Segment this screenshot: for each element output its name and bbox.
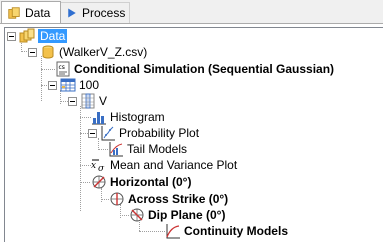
collapse-toggle[interactable] [88,128,97,138]
tree-node-label: (WalkerV_Z.csv) [59,45,148,59]
svg-text:cs: cs [59,64,65,71]
tree-node-probability-plot[interactable]: Probability Plot [88,125,199,141]
database-icon [8,7,20,19]
tree-node-data[interactable]: Data [7,28,68,44]
across-strike-icon [110,192,124,206]
tree-node-v[interactable]: V [68,93,107,109]
collapse-toggle[interactable] [68,96,77,106]
variable-column-icon [81,93,95,109]
tab-strip: Data Process [0,0,383,24]
tree-node-across-strike[interactable]: Across Strike (0°) [109,191,228,207]
tree-node-horizontal[interactable]: Horizontal (0°) [91,174,191,190]
collapse-toggle[interactable] [7,31,16,41]
tree-node-label: Histogram [110,110,165,124]
tree-node-conditional-simulation[interactable]: cs Conditional Simulation (Sequential Ga… [55,61,334,77]
tab-data[interactable]: Data [1,1,61,24]
tab-process[interactable]: Process [61,2,130,23]
tree-node-label: Data [38,29,68,43]
tree-node-label: Continuity Models [184,224,288,238]
continuity-model-icon [166,224,180,239]
tree-node-histogram[interactable]: Histogram [91,109,165,125]
variogram-direction-icon [92,175,106,189]
tree-node-label: V [99,94,108,108]
data-panel: Data (WalkerV_Z.csv) cs Conditional Simu… [0,23,383,242]
tail-models-icon [109,142,123,157]
tree-node-label: Dip Plane (0°) [148,208,226,222]
tree-node-label: Conditional Simulation (Sequential Gauss… [74,62,335,76]
tree-node-100[interactable]: 100 [48,77,99,93]
tree-node-label: Probability Plot [119,126,200,140]
mean-variance-icon: x σ [91,159,105,173]
tree-node-tail-models[interactable]: Tail Models [108,141,187,157]
tree-node-dip-plane[interactable]: Dip Plane (0°) [129,207,225,223]
tree-node-label: Horizontal (0°) [110,175,192,189]
database-icon [19,28,35,43]
tree-node-walker-csv[interactable]: (WalkerV_Z.csv) [28,44,147,60]
tree-node-label: Tail Models [127,142,188,156]
collapse-toggle[interactable] [28,47,37,57]
tab-process-label: Process [82,6,126,20]
tree-node-continuity-models[interactable]: Continuity Models [165,223,288,239]
tree-node-label: Mean and Variance Plot [110,158,238,172]
tree-node-label: 100 [79,78,100,92]
tree-node-mean-variance-plot[interactable]: x σ Mean and Variance Plot [91,157,237,173]
tab-data-label: Data [25,6,51,20]
table-grid-icon [60,78,76,92]
data-tree[interactable]: Data (WalkerV_Z.csv) cs Conditional Simu… [4,27,383,242]
svg-text:σ: σ [98,164,105,173]
play-icon [68,8,76,18]
histogram-icon [92,112,106,125]
data-file-icon [42,45,54,59]
probability-plot-icon [101,126,115,141]
simulation-script-icon: cs [56,61,70,77]
dip-plane-icon [130,208,144,222]
collapse-toggle[interactable] [48,80,57,90]
tree-node-label: Across Strike (0°) [128,192,229,206]
svg-text:x: x [91,161,96,171]
